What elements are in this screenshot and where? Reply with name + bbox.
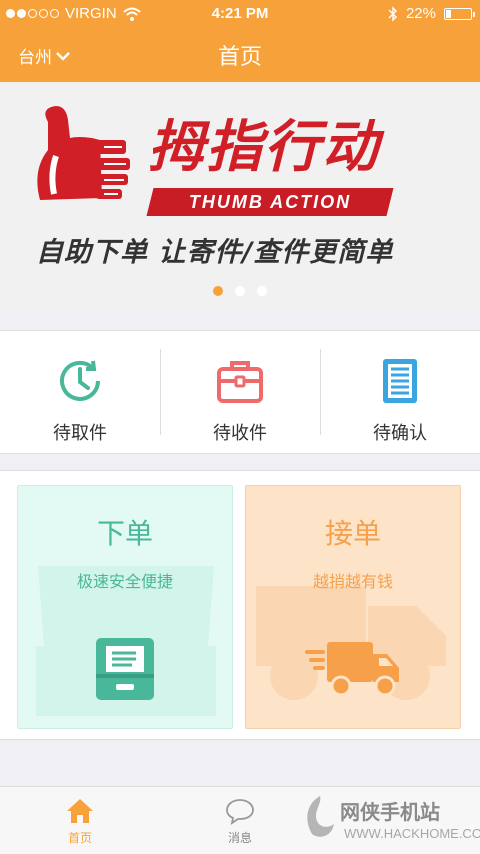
- banner-subtitle: THUMB ACTION: [188, 192, 352, 212]
- tab-home[interactable]: 首页: [0, 787, 160, 854]
- status-label: 待取件: [53, 423, 107, 444]
- tab-label: 消息: [227, 831, 252, 845]
- place-order-card[interactable]: 下单 极速安全便捷: [17, 485, 233, 729]
- chat-bubble-icon: [226, 799, 254, 825]
- status-label: 待收件: [213, 423, 267, 444]
- tab-label: 首页: [67, 831, 92, 845]
- banner-slogan: 自助下单 让寄件/查件更简单: [36, 237, 394, 268]
- battery-percent: 22%: [405, 5, 436, 22]
- page-title: 首页: [217, 45, 262, 70]
- tab-placeholder: [320, 787, 480, 854]
- document-icon: [383, 359, 417, 403]
- promo-banner[interactable]: 拇指行动 THUMB ACTION 自助下单 让寄件/查件更简单: [0, 82, 480, 312]
- tab-messages[interactable]: 消息: [160, 787, 320, 854]
- city-label: 台州: [18, 48, 52, 68]
- card-title: 接单: [324, 517, 381, 550]
- pager-dot[interactable]: [213, 286, 223, 296]
- status-label: 待确认: [373, 423, 427, 444]
- card-subtitle: 越捎越有钱: [312, 572, 393, 591]
- home-icon: [67, 799, 93, 823]
- chevron-down-icon: [56, 51, 70, 61]
- city-selector[interactable]: 台州: [18, 43, 70, 68]
- thumb-logo: [37, 106, 130, 200]
- card-subtitle: 极速安全便捷: [76, 572, 173, 591]
- bluetooth-icon: [388, 5, 397, 22]
- tab-bar: 首页 消息: [0, 786, 480, 854]
- clock-icon: [60, 360, 100, 401]
- delivery-truck-icon: [305, 642, 399, 697]
- inbox-tray-icon: [96, 638, 154, 700]
- battery-area: 22%: [388, 5, 475, 22]
- order-status-row: 待取件 待收件 待确认: [0, 330, 480, 454]
- pager-dot[interactable]: [235, 286, 245, 296]
- accept-order-card[interactable]: 接单 越捎越有钱: [245, 485, 461, 729]
- banner-title: 拇指行动: [148, 114, 380, 180]
- status-pending-pickup[interactable]: 待取件: [0, 331, 160, 453]
- status-pending-confirm[interactable]: 待确认: [320, 331, 480, 453]
- action-cards: 下单 极速安全便捷 接单 越捎越有钱: [0, 470, 480, 740]
- nav-bar: 台州 首页: [0, 28, 480, 82]
- card-title: 下单: [96, 517, 153, 550]
- briefcase-icon: [217, 361, 263, 403]
- banner-pager[interactable]: [0, 286, 480, 296]
- top-bar: VIRGIN 4:21 PM 22% 台州 首页: [0, 0, 480, 82]
- battery-icon: [444, 7, 475, 20]
- status-bar: VIRGIN 4:21 PM 22%: [0, 0, 480, 28]
- status-pending-receive[interactable]: 待收件: [160, 331, 320, 453]
- pager-dot[interactable]: [257, 286, 267, 296]
